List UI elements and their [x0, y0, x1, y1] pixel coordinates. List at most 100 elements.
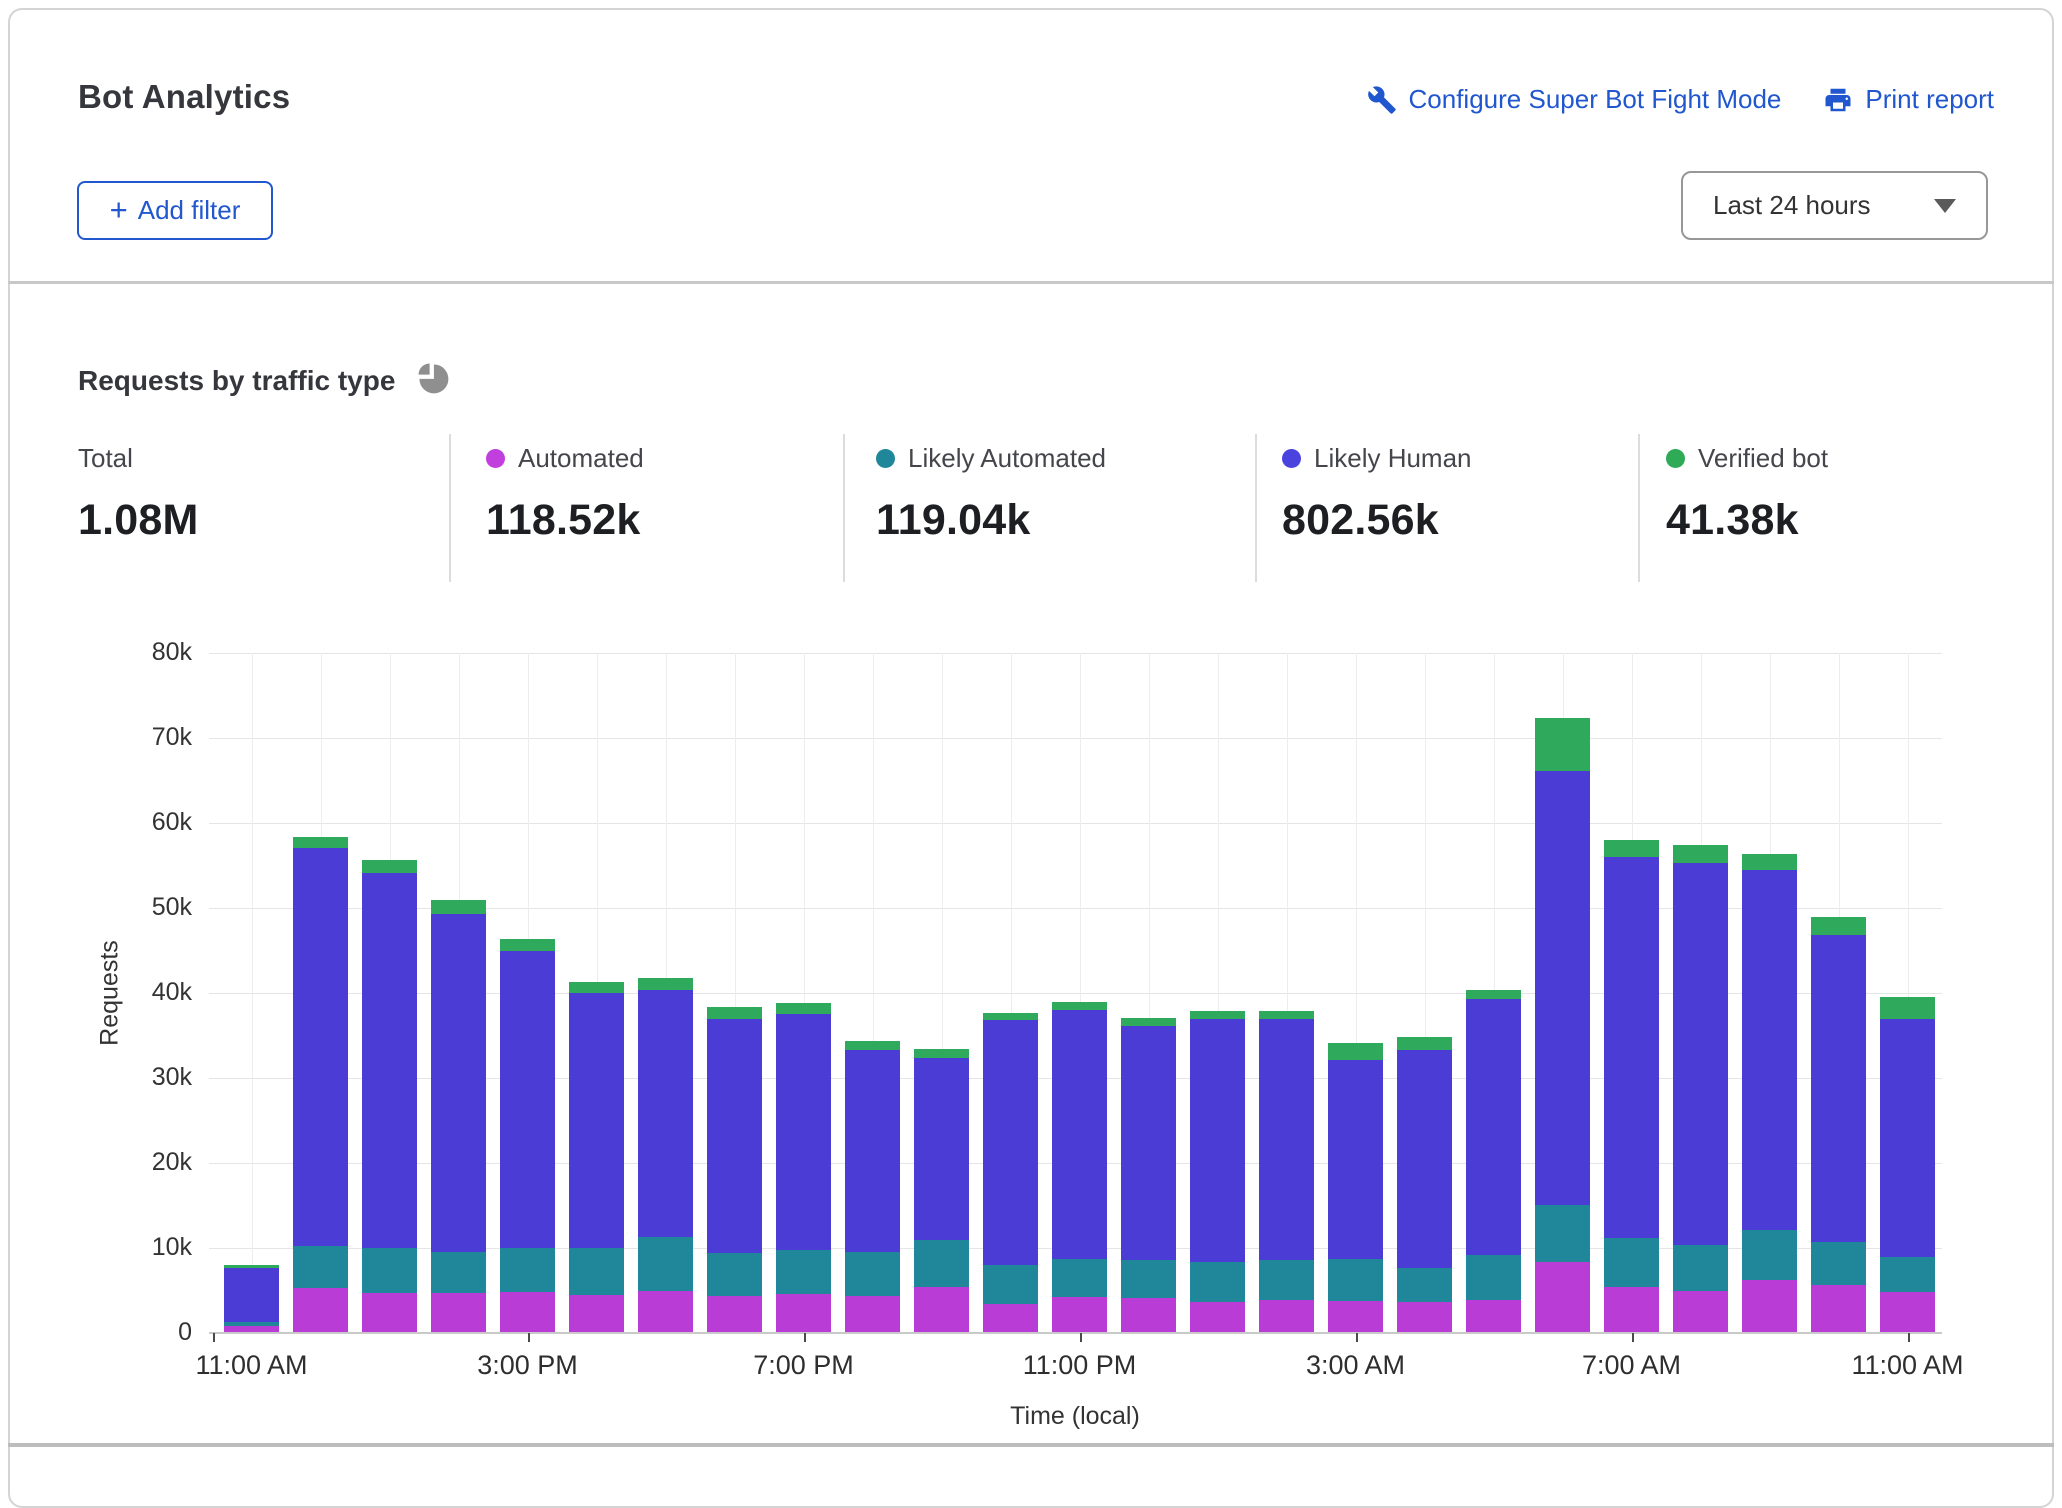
stacked-bar-6-00-am[interactable] — [1535, 718, 1590, 1333]
stacked-bar-7-00-am[interactable] — [1604, 840, 1659, 1333]
x-tick — [1080, 1333, 1082, 1342]
y-axis-title: Requests — [96, 913, 125, 1073]
stacked-bar-2-00-am[interactable] — [1259, 1011, 1314, 1333]
segment-verified-bot — [1328, 1043, 1383, 1060]
y-gridline — [209, 738, 1942, 739]
y-tick-label: 70k — [82, 723, 192, 752]
stacked-bar-4-00-am[interactable] — [1397, 1037, 1452, 1333]
plus-icon: + — [110, 194, 128, 225]
stacked-bar-1-00-am[interactable] — [1190, 1011, 1245, 1333]
stat-automated[interactable]: Automated118.52k — [486, 442, 644, 545]
segment-likely-automated — [1742, 1230, 1797, 1280]
panel-title-row: Requests by traffic type — [78, 358, 453, 403]
segment-automated — [1397, 1302, 1452, 1333]
segment-verified-bot — [1121, 1018, 1176, 1027]
segment-verified-bot — [1811, 917, 1866, 935]
stacked-bar-10-00-pm[interactable] — [983, 1013, 1038, 1333]
stat-likely-automated[interactable]: Likely Automated 119.04k — [876, 442, 1106, 545]
segment-automated — [1880, 1292, 1935, 1333]
segment-automated — [1673, 1291, 1728, 1334]
stacked-bar-9-00-am[interactable] — [1742, 854, 1797, 1333]
stat-verified-bot[interactable]: Verified bot41.38k — [1666, 442, 1828, 545]
segment-verified-bot — [776, 1003, 831, 1014]
segment-automated — [1259, 1300, 1314, 1333]
stacked-bar-7-00-pm[interactable] — [776, 1003, 831, 1333]
segment-verified-bot — [569, 982, 624, 993]
stat-likely-human[interactable]: Likely Human802.56k — [1282, 442, 1472, 545]
stat-label: Automated — [518, 443, 644, 474]
segment-verified-bot — [845, 1041, 900, 1050]
stacked-bar-3-00-pm[interactable] — [500, 939, 555, 1333]
segment-automated — [638, 1291, 693, 1333]
segment-automated — [983, 1304, 1038, 1333]
y-gridline — [209, 823, 1942, 824]
segment-automated — [1190, 1302, 1245, 1333]
stat-value: 119.04k — [876, 496, 1106, 545]
stacked-bar-5-00-pm[interactable] — [638, 978, 693, 1333]
segment-likely-automated — [1259, 1260, 1314, 1300]
stacked-bar-6-00-pm[interactable] — [707, 1007, 762, 1333]
legend-dot — [1666, 449, 1685, 468]
segment-likely-automated — [1673, 1245, 1728, 1291]
print-link-label: Print report — [1865, 84, 1994, 115]
stat-label: Likely Automated — [908, 443, 1106, 474]
segment-verified-bot — [983, 1013, 1038, 1021]
segment-verified-bot — [362, 860, 417, 873]
stacked-bar-2-00-pm[interactable] — [431, 900, 486, 1333]
stacked-bar-12-00-am[interactable] — [1121, 1018, 1176, 1333]
segment-automated — [1811, 1285, 1866, 1333]
segment-likely-human — [1811, 935, 1866, 1242]
segment-automated — [1052, 1297, 1107, 1333]
segment-likely-human — [1742, 870, 1797, 1230]
y-tick-label: 80k — [82, 638, 192, 667]
stacked-bar-4-00-pm[interactable] — [569, 982, 624, 1333]
stacked-bar-9-00-pm[interactable] — [914, 1049, 969, 1333]
segment-verified-bot — [1190, 1011, 1245, 1020]
segment-automated — [845, 1296, 900, 1333]
y-gridline — [209, 653, 1942, 654]
stat-total[interactable]: Total1.08M — [78, 442, 199, 545]
segment-likely-automated — [776, 1250, 831, 1294]
bot-analytics-card: Bot Analytics Configure Super Bot Fight … — [8, 8, 2054, 1508]
segment-verified-bot — [1466, 990, 1521, 999]
segment-likely-human — [983, 1020, 1038, 1265]
segment-automated — [1535, 1262, 1590, 1333]
segment-likely-human — [293, 848, 348, 1247]
stacked-bar-8-00-pm[interactable] — [845, 1041, 900, 1333]
add-filter-button[interactable]: + Add filter — [77, 181, 273, 240]
segment-likely-human — [1466, 999, 1521, 1255]
segment-automated — [569, 1295, 624, 1333]
stacked-bar-1-00-pm[interactable] — [362, 860, 417, 1333]
segment-verified-bot — [1742, 854, 1797, 870]
stacked-bar-10-00-am[interactable] — [1811, 917, 1866, 1333]
segment-likely-human — [1052, 1010, 1107, 1259]
x-tick — [213, 1333, 215, 1342]
segment-likely-human — [1328, 1060, 1383, 1259]
stacked-bar-11-00-am[interactable] — [224, 1265, 279, 1333]
time-range-select[interactable]: Last 24 hours — [1681, 171, 1988, 240]
y-tick-label: 0 — [82, 1318, 192, 1347]
segment-verified-bot — [1397, 1037, 1452, 1050]
legend-dot — [876, 449, 895, 468]
segment-likely-human — [1397, 1050, 1452, 1268]
stacked-bar-11-00-pm[interactable] — [1052, 1002, 1107, 1333]
legend-dot — [486, 449, 505, 468]
stacked-bar-8-00-am[interactable] — [1673, 845, 1728, 1333]
panel-title: Requests by traffic type — [78, 365, 395, 397]
stacked-bar-5-00-am[interactable] — [1466, 990, 1521, 1333]
stacked-bar-11-00-am[interactable] — [1880, 997, 1935, 1333]
configure-super-bot-fight-mode-link[interactable]: Configure Super Bot Fight Mode — [1367, 84, 1782, 115]
segment-automated — [1121, 1298, 1176, 1333]
segment-likely-automated — [1328, 1259, 1383, 1301]
stacked-bar-12-00-pm[interactable] — [293, 837, 348, 1333]
x-tick-label: 7:00 PM — [694, 1350, 914, 1381]
requests-stacked-bar-chart — [209, 653, 1942, 1333]
stat-label: Likely Human — [1314, 443, 1472, 474]
segment-automated — [362, 1293, 417, 1333]
segment-verified-bot — [707, 1007, 762, 1019]
print-report-link[interactable]: Print report — [1823, 84, 1994, 115]
segment-likely-human — [845, 1050, 900, 1252]
stacked-bar-3-00-am[interactable] — [1328, 1043, 1383, 1333]
stat-label: Total — [78, 443, 133, 474]
segment-likely-human — [431, 914, 486, 1252]
